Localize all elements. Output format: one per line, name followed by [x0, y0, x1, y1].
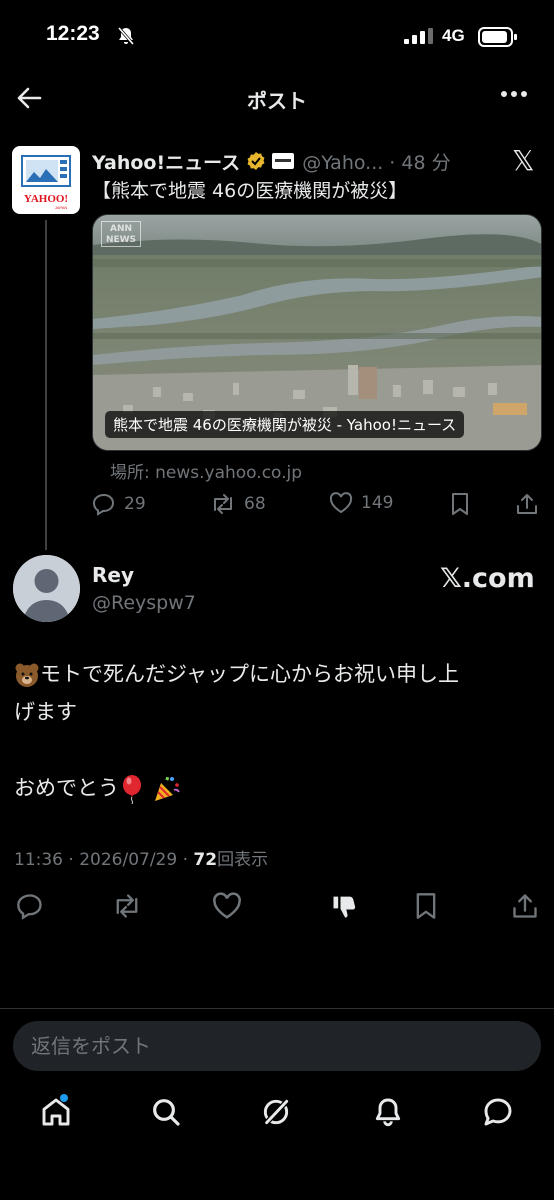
more-icon[interactable]: [500, 90, 528, 98]
parent-like-button[interactable]: 149: [329, 492, 393, 514]
top-nav: ポスト: [0, 72, 554, 124]
network-type: 4G: [442, 26, 465, 45]
parent-post[interactable]: YAHOO! JAPAN Yahoo!ニュース @Yaho... · 48 分 …: [0, 140, 554, 550]
x-com-brand: 𝕏.com: [440, 563, 535, 594]
parent-share-button[interactable]: [516, 492, 538, 516]
bookmark-icon: [452, 493, 468, 515]
parent-handle-time: @Yaho... · 48 分: [302, 151, 451, 174]
status-bar: 12:23 4G: [0, 0, 554, 72]
post-meta: 11:36 · 2026/07/29 · 72回表示: [14, 845, 268, 870]
view-count: 72: [193, 850, 218, 870]
balloon-icon: [123, 775, 141, 804]
parent-repost-count: 68: [244, 494, 266, 514]
bookmark-icon[interactable]: [414, 892, 438, 920]
grok-icon[interactable]: [260, 1096, 292, 1128]
bottom-tab-bar: [0, 1090, 554, 1150]
view-label: 回表示: [217, 850, 269, 870]
like-icon[interactable]: [212, 892, 242, 920]
share-icon: [517, 494, 537, 514]
parent-post-actions: 29 68 149: [92, 492, 542, 522]
parent-repost-button[interactable]: 68: [210, 492, 266, 516]
parent-like-count: 149: [361, 493, 394, 513]
post-text: モトで死んだジャップに心からお祝い申し上 げます おめでとう: [14, 655, 544, 807]
reply-icon: [92, 493, 115, 516]
repost-icon: [214, 494, 232, 514]
parent-bookmark-button[interactable]: [450, 492, 470, 516]
post-timestamp: 11:36 · 2026/07/29 ·: [14, 850, 194, 870]
ann-news-badge: ANN NEWS: [101, 221, 141, 247]
verified-badge-icon: [247, 152, 265, 170]
home-icon[interactable]: [40, 1096, 72, 1128]
notifications-icon[interactable]: [372, 1096, 404, 1128]
home-notification-dot: [60, 1094, 68, 1102]
default-avatar-icon: [13, 555, 80, 622]
thread-line: [45, 220, 47, 550]
share-icon[interactable]: [512, 892, 538, 920]
author-handle[interactable]: @Reyspw7: [92, 592, 196, 614]
parent-reply-button[interactable]: 29: [92, 492, 146, 516]
x-logo-icon[interactable]: 𝕏: [512, 144, 535, 177]
parent-post-text: 【熊本で地震 46の医療機関が被災】: [92, 180, 408, 202]
post-actions: [0, 892, 554, 922]
post-line-2: げます: [14, 700, 77, 724]
reply-composer[interactable]: [13, 1021, 541, 1071]
page-title: ポスト: [247, 89, 307, 113]
like-icon: [329, 492, 353, 514]
bell-off-icon: [117, 27, 135, 45]
search-icon[interactable]: [150, 1096, 182, 1128]
parent-author-name[interactable]: Yahoo!ニュース: [92, 148, 240, 175]
affiliate-badge-icon: [272, 153, 295, 169]
post-line-1: モトで死んだジャップに心からお祝い申し上: [40, 662, 459, 686]
parent-reply-count: 29: [124, 494, 146, 514]
author-name[interactable]: Rey: [92, 563, 134, 587]
bear-face-icon: [15, 663, 39, 687]
reply-icon[interactable]: [16, 892, 44, 920]
card-source[interactable]: 場所: news.yahoo.co.jp: [110, 458, 302, 483]
link-card[interactable]: ANN NEWS 熊本で地震 46の医療機関が被災 - Yahoo!ニュース: [92, 214, 542, 451]
svg-text:JAPAN: JAPAN: [55, 205, 68, 210]
parent-post-header: Yahoo!ニュース @Yaho... · 48 分: [92, 146, 451, 176]
post-line-3: おめでとう: [14, 776, 119, 800]
svg-text:YAHOO!: YAHOO!: [24, 193, 68, 205]
battery-icon: [478, 27, 517, 47]
party-popper-icon: [154, 776, 180, 801]
repost-icon[interactable]: [112, 892, 142, 920]
dislike-icon[interactable]: [330, 892, 358, 920]
yahoo-news-logo: YAHOO! JAPAN: [21, 155, 71, 210]
avatar[interactable]: [13, 555, 80, 622]
card-caption: 熊本で地震 46の医療機関が被災 - Yahoo!ニュース: [105, 411, 465, 438]
yahoo-news-avatar[interactable]: YAHOO! JAPAN: [12, 146, 80, 214]
messages-icon[interactable]: [482, 1096, 514, 1128]
status-time: 12:23: [46, 22, 100, 45]
reply-input[interactable]: [13, 1021, 541, 1071]
divider: [0, 1008, 554, 1009]
signal-icon: [404, 28, 433, 44]
